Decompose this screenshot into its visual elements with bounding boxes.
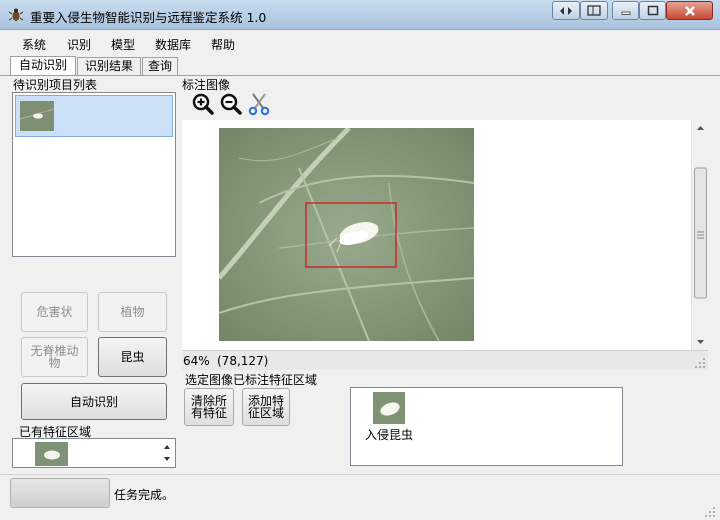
window-tile-button[interactable]	[580, 1, 608, 20]
arrows-icon	[560, 6, 572, 15]
leaf-photo[interactable]	[217, 126, 475, 342]
image-canvas[interactable]	[182, 120, 691, 350]
tab-query[interactable]: 查询	[142, 57, 178, 75]
scroll-up-icon[interactable]	[697, 126, 704, 130]
minimize-icon	[621, 11, 630, 15]
scissors-icon[interactable]	[247, 92, 271, 116]
feature-regions-label: 选定图像已标注特征区域	[185, 373, 318, 387]
tab-results[interactable]: 识别结果	[77, 57, 141, 75]
feature-thumbnail[interactable]	[373, 392, 405, 424]
feature-region-view[interactable]: 入侵昆虫	[350, 387, 623, 466]
zoom-percent: 64%	[183, 354, 210, 368]
plant-button[interactable]: 植物	[98, 292, 167, 332]
close-button[interactable]	[666, 1, 713, 20]
existing-regions-list[interactable]	[12, 438, 176, 468]
window-resize-grip-icon[interactable]	[704, 506, 716, 518]
menu-model[interactable]: 模型	[111, 36, 135, 53]
pending-list[interactable]	[12, 92, 176, 257]
spin-arrows-icon	[164, 445, 170, 461]
feature-item-label: 入侵昆虫	[365, 428, 414, 442]
zoom-status-bar: 64% (78,127)	[182, 350, 708, 370]
menu-database[interactable]: 数据库	[155, 36, 191, 53]
window-nav-button[interactable]	[552, 1, 580, 20]
menu-help[interactable]: 帮助	[211, 36, 235, 53]
thumbnail-image	[19, 101, 55, 131]
zoom-out-icon[interactable]	[220, 93, 242, 115]
window-title: 重要入侵生物智能识别与远程鉴定系统 1.0	[30, 10, 267, 25]
window-icon	[587, 5, 601, 16]
maximize-button[interactable]	[639, 1, 666, 20]
spin-control[interactable]	[160, 440, 174, 466]
pending-list-label: 待识别项目列表	[13, 78, 98, 92]
invertebrate-button[interactable]: 无脊椎动物	[21, 337, 88, 377]
scroll-thumb[interactable]	[694, 167, 707, 299]
harm-button[interactable]: 危害状	[21, 292, 88, 332]
menu-identify[interactable]: 识别	[67, 36, 91, 53]
zoom-in-icon[interactable]	[192, 93, 214, 115]
maximize-icon	[647, 5, 658, 16]
cursor-coords: (78,127)	[217, 354, 269, 368]
title-bar[interactable]: 重要入侵生物智能识别与远程鉴定系统 1.0	[0, 0, 720, 30]
scroll-down-icon[interactable]	[697, 340, 704, 344]
minimize-button[interactable]	[612, 1, 639, 20]
clear-all-features-button[interactable]: 清除所有特征	[184, 388, 234, 426]
resize-grip-icon[interactable]	[694, 357, 706, 369]
menu-system[interactable]: 系统	[22, 36, 46, 53]
beetle-icon	[8, 7, 24, 23]
vertical-scrollbar[interactable]	[691, 120, 708, 350]
region-thumbnail	[35, 442, 68, 466]
close-icon	[684, 5, 695, 16]
progress-bar	[10, 478, 110, 508]
status-message: 任务完成。	[114, 488, 175, 502]
tab-auto-identify[interactable]: 自动识别	[10, 56, 76, 75]
insect-button[interactable]: 昆虫	[98, 337, 167, 377]
pending-list-item[interactable]	[15, 95, 173, 137]
tab-divider	[0, 75, 720, 76]
add-feature-region-button[interactable]: 添加特征区域	[242, 388, 290, 426]
image-toolbar	[182, 90, 707, 120]
auto-identify-button[interactable]: 自动识别	[21, 383, 167, 420]
menu-bar: 系统 识别 模型 数据库 帮助	[0, 30, 720, 56]
